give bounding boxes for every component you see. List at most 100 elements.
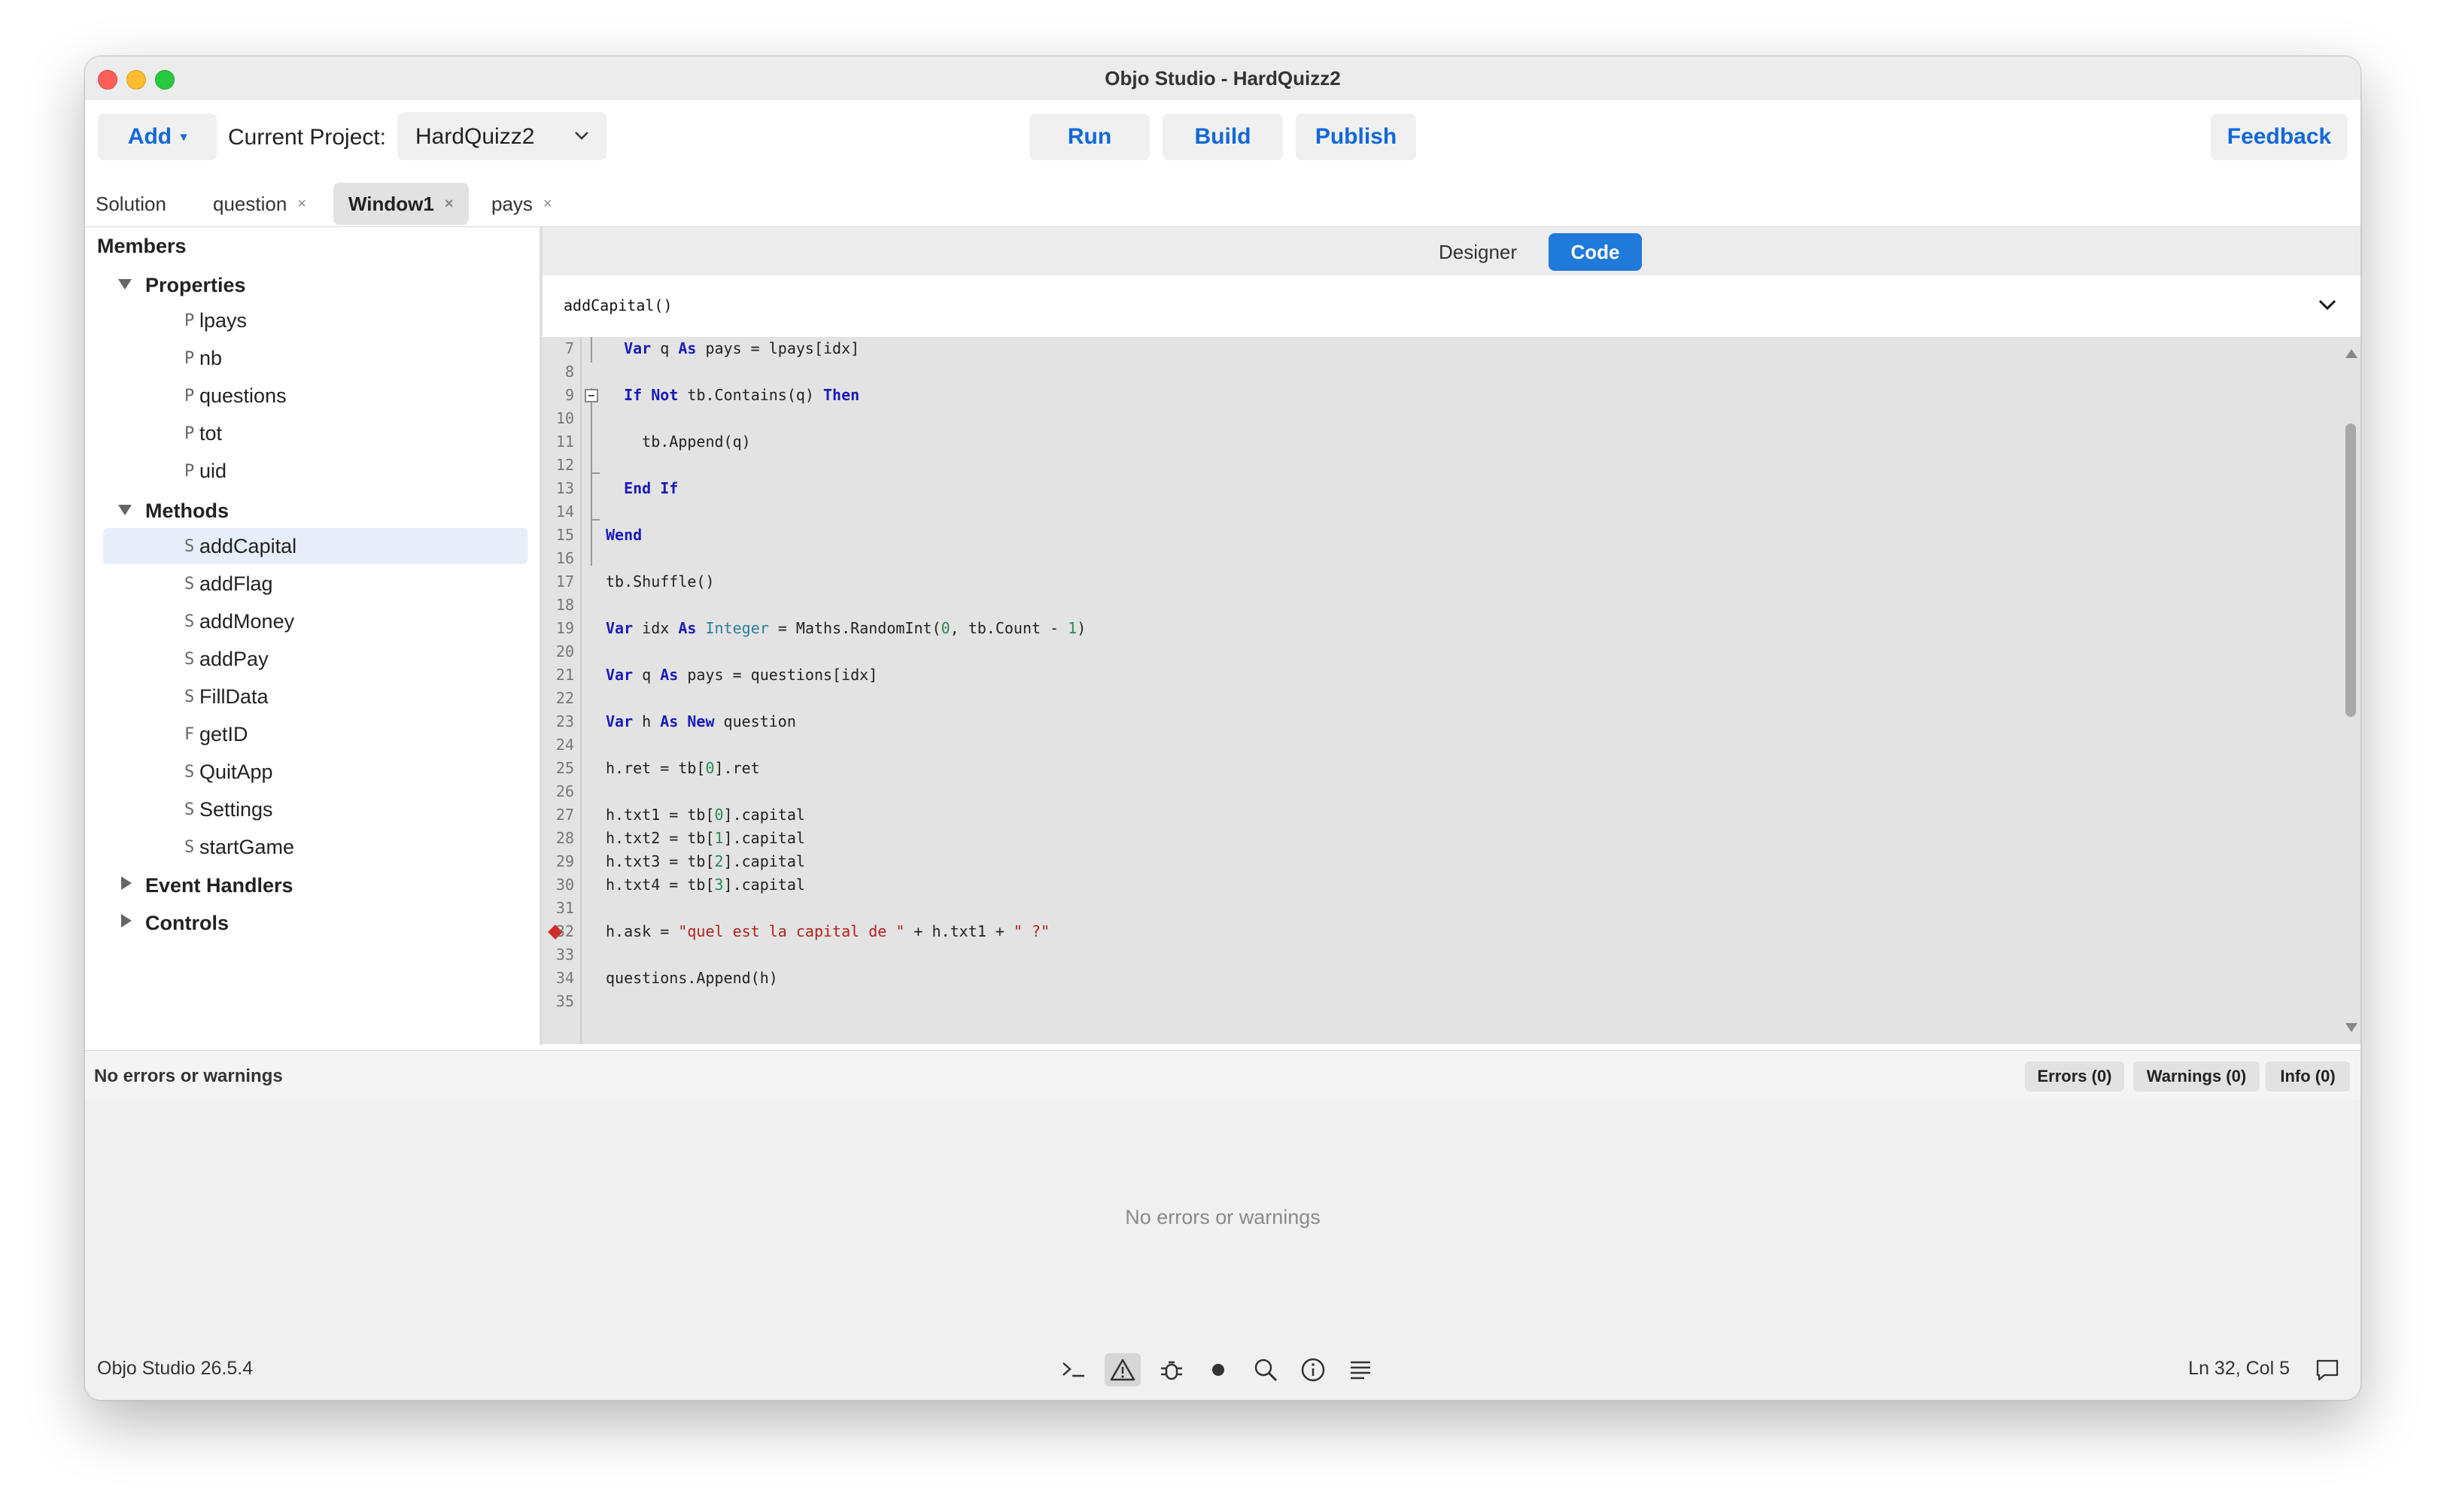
tab-pays[interactable]: pays × [476, 183, 567, 225]
tab-question[interactable]: question × [198, 183, 321, 225]
scrollbar-thumb[interactable] [2345, 424, 2356, 717]
line-number: 18 [555, 596, 574, 614]
member-name: Settings [199, 798, 273, 821]
code-line[interactable]: 7 Var q As pays = lpays[idx] [543, 337, 2273, 359]
project-select[interactable]: HardQuizz2 [397, 112, 606, 160]
code-line[interactable]: 26 [543, 779, 2273, 802]
code-line[interactable]: 19 Var idx As Integer = Maths.RandomInt(0… [543, 616, 2273, 639]
add-button[interactable]: Add ▾ [98, 114, 217, 160]
publish-button[interactable]: Publish [1296, 114, 1416, 160]
code-line[interactable]: 20 [543, 639, 2273, 662]
tree-item-lpays[interactable]: P lpays [103, 302, 527, 339]
comment-icon[interactable] [2309, 1353, 2345, 1386]
tree-group-properties[interactable]: Properties [85, 268, 537, 302]
code-line[interactable]: 24 [543, 733, 2273, 755]
tab-solution[interactable]: Solution [85, 183, 181, 225]
version-label: Objo Studio 26.5.4 [97, 1358, 254, 1379]
close-tab-icon[interactable]: × [543, 196, 552, 213]
code-line[interactable]: 9 If Not tb.Contains(q) Then [543, 383, 2273, 405]
code-line[interactable]: 12 [543, 453, 2273, 475]
disclosure-collapsed-icon[interactable] [121, 876, 132, 890]
disclosure-collapsed-icon[interactable] [121, 914, 132, 928]
line-code: tb.Shuffle() [606, 572, 715, 591]
code-line[interactable]: 21 Var q As pays = questions[idx] [543, 663, 2273, 685]
code-line[interactable]: 11 tb.Append(q) [543, 430, 2273, 452]
close-tab-icon[interactable]: × [445, 196, 454, 213]
line-number: 28 [555, 829, 574, 847]
code-line[interactable]: 16 [543, 546, 2273, 569]
warnings-filter-button[interactable]: Warnings (0) [2133, 1061, 2260, 1091]
tree-item-addpay[interactable]: S addPay [103, 641, 527, 677]
line-number: 31 [555, 899, 574, 917]
tree-item-questions[interactable]: P questions [103, 378, 527, 414]
tab-window1[interactable]: Window1 × [333, 183, 469, 225]
disclosure-expanded-icon[interactable] [118, 505, 132, 515]
feedback-button[interactable]: Feedback [2211, 114, 2348, 160]
run-button[interactable]: Run [1029, 114, 1150, 160]
tree-group-event-handlers[interactable]: Event Handlers [85, 868, 537, 903]
caret-down-icon: ▾ [181, 131, 187, 144]
tree-item-addflag[interactable]: S addFlag [103, 566, 527, 602]
code-line[interactable]: 35 [543, 989, 2273, 1012]
code-line[interactable]: 30 h.txt4 = tb[3].capital [543, 873, 2273, 895]
code-line[interactable]: 18 [543, 593, 2273, 615]
scroll-up-arrow-icon[interactable] [2345, 349, 2357, 358]
code-line[interactable]: 22 [543, 686, 2273, 709]
terminal-icon[interactable] [1056, 1353, 1092, 1386]
code-line[interactable]: 14 [543, 499, 2273, 522]
record-icon[interactable] [1200, 1353, 1236, 1386]
tree-item-getid[interactable]: F getID [103, 716, 527, 752]
tree-item-uid[interactable]: P uid [103, 453, 527, 489]
close-tab-icon[interactable]: × [297, 196, 306, 213]
tree-item-settings[interactable]: S Settings [103, 791, 527, 827]
fold-toggle-icon[interactable] [585, 389, 598, 402]
code-line[interactable]: 33 [543, 943, 2273, 965]
tree-item-tot[interactable]: P tot [103, 415, 527, 451]
code-line[interactable]: 10 [543, 406, 2273, 429]
chevron-down-icon[interactable] [2317, 298, 2338, 313]
vertical-scrollbar[interactable] [2341, 337, 2360, 1044]
code-line[interactable]: 27 h.txt1 = tb[0].capital [543, 803, 2273, 825]
info-filter-button[interactable]: Info (0) [2266, 1061, 2350, 1091]
code-line[interactable]: 29 h.txt3 = tb[2].capital [543, 849, 2273, 872]
tree-item-addcapital[interactable]: S addCapital [103, 528, 527, 564]
code-line[interactable]: 34 questions.Append(h) [543, 966, 2273, 988]
line-number: 22 [555, 689, 574, 707]
line-number: 15 [555, 526, 574, 544]
tree-item-filldata[interactable]: S FillData [103, 679, 527, 715]
build-button[interactable]: Build [1163, 114, 1283, 160]
warning-icon[interactable] [1105, 1353, 1141, 1386]
member-kind: S [184, 537, 195, 556]
code-line[interactable]: 17 tb.Shuffle() [543, 569, 2273, 592]
member-name: addFlag [199, 572, 273, 595]
tab-label: question [213, 192, 287, 215]
tree-item-addmoney[interactable]: S addMoney [103, 603, 527, 639]
code-line[interactable]: 15 Wend [543, 523, 2273, 545]
tree-group-controls[interactable]: Controls [85, 906, 537, 940]
search-icon[interactable] [1248, 1353, 1284, 1386]
info-icon[interactable] [1295, 1353, 1331, 1386]
code-line[interactable]: 31 [543, 896, 2273, 918]
line-code: h.txt2 = tb[1].capital [606, 829, 805, 847]
line-code: If Not tb.Contains(q) Then [624, 386, 860, 404]
code-mode-button[interactable]: Code [1549, 233, 1642, 271]
tree-item-quitapp[interactable]: S QuitApp [103, 754, 527, 790]
list-icon[interactable] [1342, 1353, 1379, 1386]
tree-item-nb[interactable]: P nb [103, 340, 527, 376]
scroll-down-arrow-icon[interactable] [2345, 1023, 2357, 1032]
code-line[interactable]: 25 h.ret = tb[0].ret [543, 756, 2273, 779]
code-line[interactable]: 32 h.ask = "quel est la capital de " + h.… [543, 919, 2273, 942]
tree-item-startgame[interactable]: S startGame [103, 829, 527, 865]
method-selector[interactable]: addCapital() [543, 275, 2360, 338]
bug-icon[interactable] [1154, 1353, 1190, 1386]
code-line[interactable]: 13 End If [543, 476, 2273, 499]
disclosure-expanded-icon[interactable] [118, 279, 132, 290]
designer-mode-button[interactable]: Designer [1429, 233, 1527, 271]
code-editor[interactable]: 7 Var q As pays = lpays[idx] 8 9 If Not tb… [543, 337, 2360, 1044]
code-line[interactable]: 8 [543, 360, 2273, 382]
tree-group-methods[interactable]: Methods [85, 493, 537, 528]
errors-filter-button[interactable]: Errors (0) [2025, 1061, 2124, 1091]
code-line[interactable]: 28 h.txt2 = tb[1].capital [543, 826, 2273, 849]
code-line[interactable]: 23 Var h As New question [543, 709, 2273, 732]
member-kind: F [184, 725, 195, 744]
